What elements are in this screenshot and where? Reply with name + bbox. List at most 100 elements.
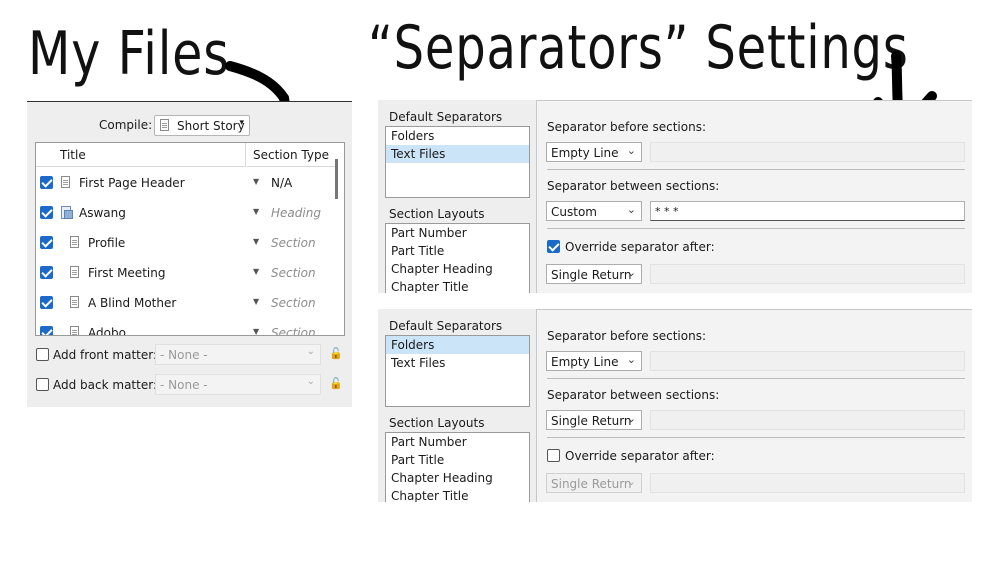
separator-after-custom-field [650, 264, 965, 284]
list-item-text-files[interactable]: Text Files [386, 145, 529, 163]
back-matter-label: Add back matter: [53, 378, 157, 392]
separator-before-dropdown[interactable]: Empty Line ⌄ [546, 142, 642, 162]
contents-table[interactable]: Title Section Type First Page Header ▼ N/A… [35, 142, 345, 336]
override-separator-label: Override separator after: [565, 240, 715, 254]
front-matter-select[interactable]: - None - ⌄ [155, 344, 321, 365]
row-section-type[interactable]: Heading [271, 206, 321, 220]
separator-after-custom-field [650, 473, 965, 493]
list-item-chapter-heading[interactable]: Chapter Heading [386, 469, 529, 487]
front-matter-row: Add front matter: - None - ⌄ 🔓 [35, 344, 345, 366]
back-matter-row: Add back matter: - None - ⌄ 🔓 [35, 374, 345, 396]
row-section-type[interactable]: Section [271, 236, 316, 250]
separator-before-label: Separator before sections: [547, 329, 706, 343]
separator-between-label: Separator between sections: [547, 388, 720, 402]
row-title: First Meeting [88, 266, 166, 280]
compile-row: Compile: Short Story ▾ [27, 114, 352, 136]
table-row[interactable]: First Meeting ▼ Section [36, 258, 332, 288]
unlock-icon[interactable]: 🔓 [329, 377, 343, 390]
chevron-down-icon: ⌄ [626, 266, 636, 279]
row-title: Aswang [79, 206, 126, 220]
my-files-heading: My Files [28, 19, 230, 89]
chevron-down-icon: ⌄ [306, 376, 315, 387]
chevron-down-icon: ⌄ [626, 412, 636, 425]
list-item-part-number[interactable]: Part Number [386, 433, 529, 451]
chevron-down-icon: ⌄ [626, 475, 636, 488]
list-item-folders[interactable]: Folders [386, 127, 529, 145]
document-icon [70, 296, 79, 311]
row-section-type[interactable]: N/A [271, 176, 292, 190]
back-matter-checkbox[interactable] [36, 378, 49, 391]
separator-before-value: Empty Line [551, 146, 619, 160]
separator-options: Separator before sections: Empty Line ⌄ … [536, 309, 972, 502]
folder-document-icon [61, 206, 73, 223]
list-item-text-files[interactable]: Text Files [386, 354, 529, 372]
list-item-part-title[interactable]: Part Title [386, 451, 529, 469]
separator-between-custom-field[interactable]: * * * [650, 201, 965, 221]
include-checkbox[interactable] [40, 176, 53, 189]
document-icon [61, 176, 70, 191]
compile-label: Compile: [99, 118, 153, 132]
document-icon [70, 236, 79, 251]
section-layouts-list[interactable]: Part Number Part Title Chapter Heading C… [385, 432, 530, 502]
chevron-down-icon: ⌄ [626, 203, 636, 216]
separator-between-custom-value: * * * [655, 205, 679, 218]
column-header-title[interactable]: Title [36, 143, 246, 167]
table-row[interactable]: A Blind Mother ▼ Section [36, 288, 332, 318]
include-checkbox[interactable] [40, 206, 53, 219]
section-type-dropdown-icon[interactable]: ▼ [253, 267, 259, 276]
row-section-type[interactable]: Section [271, 296, 316, 310]
separator-after-dropdown: Single Return ⌄ [546, 473, 642, 493]
section-type-dropdown-icon[interactable]: ▼ [253, 237, 259, 246]
separator-after-dropdown[interactable]: Single Return ⌄ [546, 264, 642, 284]
list-item-chapter-title[interactable]: Chapter Title [386, 278, 529, 293]
row-section-type[interactable]: Section [271, 266, 316, 280]
include-checkbox[interactable] [40, 236, 53, 249]
caret-down-icon: ▾ [239, 118, 244, 128]
separator-between-dropdown[interactable]: Single Return ⌄ [546, 410, 642, 430]
compile-panel: Compile: Short Story ▾ Title Section Typ… [27, 101, 352, 407]
document-icon [160, 119, 169, 134]
table-row[interactable]: First Page Header ▼ N/A [36, 168, 332, 198]
separator-before-dropdown[interactable]: Empty Line ⌄ [546, 351, 642, 371]
separator-before-label: Separator before sections: [547, 120, 706, 134]
compile-format-dropdown[interactable]: Short Story ▾ [154, 115, 250, 136]
back-matter-value: - None - [160, 378, 208, 392]
row-section-type[interactable]: Section [271, 326, 316, 335]
separators-settings-heading: “Separators” Settings [368, 13, 909, 83]
compile-format-value: Short Story [177, 119, 245, 133]
include-checkbox[interactable] [40, 296, 53, 309]
table-row[interactable]: Adobo ▼ Section [36, 318, 332, 336]
section-type-dropdown-icon[interactable]: ▼ [253, 207, 259, 216]
table-row[interactable]: Profile ▼ Section [36, 228, 332, 258]
list-item-part-title[interactable]: Part Title [386, 242, 529, 260]
front-matter-label: Add front matter: [53, 348, 158, 362]
section-layouts-list[interactable]: Part Number Part Title Chapter Heading C… [385, 223, 530, 293]
table-scrollbar[interactable] [335, 159, 338, 199]
default-separators-list[interactable]: Folders Text Files [385, 335, 530, 407]
document-icon [70, 326, 79, 335]
list-item-part-number[interactable]: Part Number [386, 224, 529, 242]
section-type-dropdown-icon[interactable]: ▼ [253, 297, 259, 306]
row-title: Profile [88, 236, 126, 250]
default-separators-list[interactable]: Folders Text Files [385, 126, 530, 198]
section-type-dropdown-icon[interactable]: ▼ [253, 327, 259, 335]
override-separator-checkbox[interactable] [547, 449, 560, 462]
unlock-icon[interactable]: 🔓 [329, 347, 343, 360]
override-separator-checkbox[interactable] [547, 240, 560, 253]
list-item-folders[interactable]: Folders [386, 336, 529, 354]
include-checkbox[interactable] [40, 326, 53, 335]
section-layouts-label: Section Layouts [389, 207, 485, 221]
separator-between-dropdown[interactable]: Custom ⌄ [546, 201, 642, 221]
separator-before-custom-field [650, 351, 965, 371]
table-row[interactable]: Aswang ▼ Heading [36, 198, 332, 228]
list-item-chapter-heading[interactable]: Chapter Heading [386, 260, 529, 278]
row-title: Adobo [88, 326, 126, 336]
include-checkbox[interactable] [40, 266, 53, 279]
separator-options: Separator before sections: Empty Line ⌄ … [536, 100, 972, 293]
front-matter-checkbox[interactable] [36, 348, 49, 361]
section-type-dropdown-icon[interactable]: ▼ [253, 177, 259, 186]
column-header-section-type[interactable]: Section Type [247, 143, 335, 167]
back-matter-select[interactable]: - None - ⌄ [155, 374, 321, 395]
list-item-chapter-title[interactable]: Chapter Title [386, 487, 529, 502]
chevron-down-icon: ⌄ [626, 144, 636, 157]
